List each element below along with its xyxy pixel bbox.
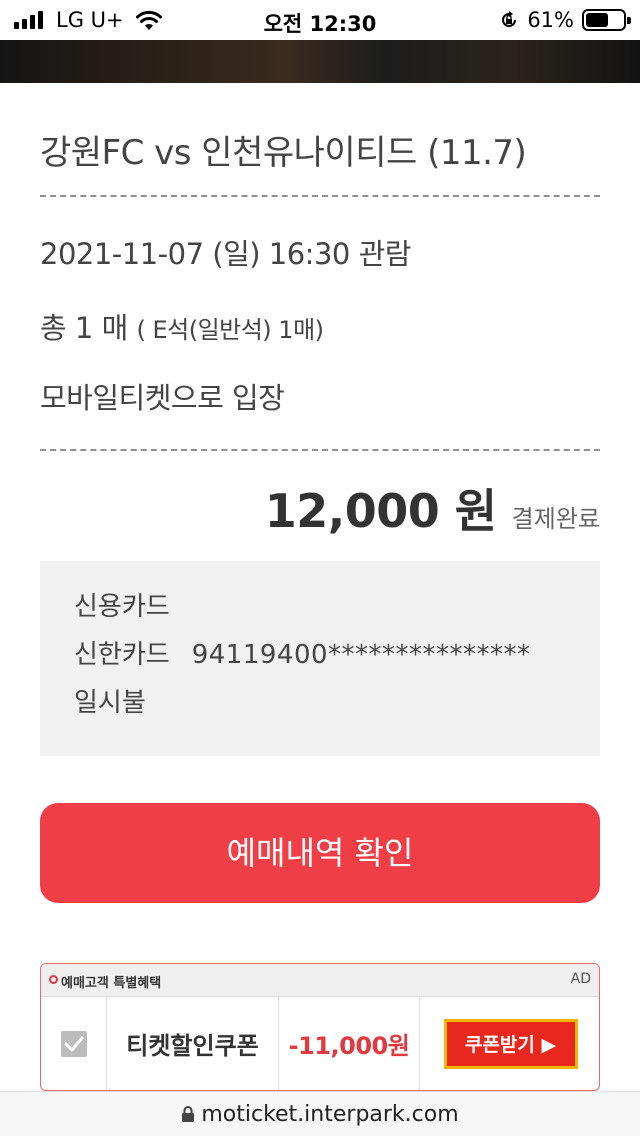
status-bar: LG U+ 오전 12:30 61%: [0, 0, 640, 40]
divider-bottom: [40, 449, 600, 451]
status-right: 61%: [499, 8, 631, 32]
ad-button-cell: 쿠폰받기 ▶: [420, 997, 599, 1090]
card-info: 신한카드 94119400***************: [74, 637, 600, 685]
payment-info-box: 신용카드 신한카드 94119400*************** 일시불: [40, 561, 600, 756]
card-company: 신한카드: [74, 640, 170, 670]
circle-bullet-icon: [49, 975, 58, 984]
payment-method: 신용카드: [74, 592, 170, 622]
divider-top: [40, 195, 600, 197]
price-row: 12,000 원 결제완료: [40, 475, 600, 541]
ad-banner: 예매고객 특별혜택 AD 티켓할인쿠폰 -11,000원 쿠폰받기 ▶: [40, 963, 600, 1091]
url-text: moticket.interpark.com: [201, 1101, 459, 1127]
battery-icon: [582, 9, 631, 31]
quantity-main: 총 1 매: [40, 311, 128, 345]
total-price: 12,000 원: [264, 484, 497, 538]
card-number: 94119400***************: [191, 640, 531, 670]
lock-icon: [182, 1106, 195, 1122]
get-coupon-button[interactable]: 쿠폰받기 ▶: [443, 1018, 578, 1069]
match-datetime: 2021-11-07 (일) 16:30 관람: [40, 237, 411, 271]
ad-header: 예매고객 특별혜택 AD: [41, 964, 599, 997]
banner-image: [0, 40, 640, 83]
installment: 일시불: [74, 688, 146, 718]
coupon-discount: -11,000원: [288, 1032, 410, 1060]
ad-discount-cell: -11,000원: [279, 997, 420, 1090]
coupon-name: 티켓할인쿠폰: [126, 1032, 259, 1060]
battery-level: [586, 13, 608, 27]
check-icon: [64, 1036, 83, 1051]
browser-url-bar[interactable]: moticket.interpark.com: [0, 1091, 640, 1136]
rotation-lock-icon: [502, 11, 517, 27]
delivery-method: 모바일티켓으로 입장: [40, 381, 285, 415]
ticket-quantity: 총 1 매 ( E석(일반석) 1매): [40, 305, 600, 347]
match-title: 강원FC vs 인천유나이티드 (11.7): [40, 133, 527, 173]
ad-body: 티켓할인쿠폰 -11,000원 쿠폰받기 ▶: [41, 997, 599, 1090]
ad-name-cell: 티켓할인쿠폰: [107, 997, 279, 1090]
ad-header-text: 예매고객 특별혜택: [61, 976, 162, 991]
battery-percent: 61%: [527, 8, 574, 32]
coupon-checkbox[interactable]: [60, 1030, 87, 1057]
ad-checkbox-cell: [41, 997, 107, 1090]
ad-label: AD: [570, 971, 591, 987]
payment-status: 결제완료: [511, 505, 600, 533]
confirm-booking-button[interactable]: 예매내역 확인: [40, 803, 600, 903]
quantity-detail: ( E석(일반석) 1매): [136, 316, 324, 344]
